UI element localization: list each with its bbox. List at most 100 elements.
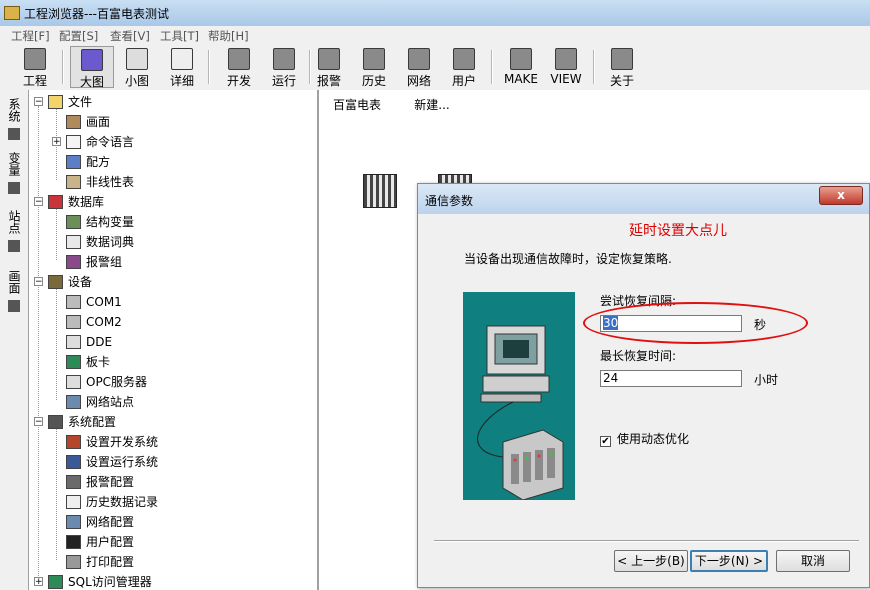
tree-item-board[interactable]: 板卡 <box>66 352 110 372</box>
tree-item-struct-variable[interactable]: 结构变量 <box>66 212 134 232</box>
tree-expander[interactable]: − <box>34 197 43 207</box>
menu-view[interactable]: 查看[V] <box>110 28 150 44</box>
max-recovery-input[interactable]: 24 <box>600 370 742 387</box>
menu-config[interactable]: 配置[S] <box>59 28 98 44</box>
app-icon <box>4 6 20 20</box>
toolbar-view-button[interactable]: VIEW <box>544 46 588 88</box>
tree-expander[interactable]: − <box>34 417 43 427</box>
dev-system-icon <box>66 435 81 449</box>
tree-item-opc-server[interactable]: OPC服务器 <box>66 372 147 392</box>
tools-icon <box>48 415 63 429</box>
toolbar-separator <box>491 50 493 84</box>
tree-item-alarm-config[interactable]: 报警配置 <box>66 472 134 492</box>
tree-expander[interactable]: + <box>52 137 61 147</box>
tree-item-user-config[interactable]: 用户配置 <box>66 532 134 552</box>
vertical-tab-bar: 系统 变量 站点 画面 <box>0 90 29 590</box>
toolbar-network-button[interactable]: 网络 <box>397 46 441 88</box>
toolbar-make-button[interactable]: MAKE <box>499 46 543 88</box>
back-button[interactable]: < 上一步(B) <box>614 550 688 572</box>
project-icon <box>24 48 46 70</box>
station-tab-icon <box>8 240 20 252</box>
dynamic-optimization-checkbox[interactable]: ✔ 使用动态优化 <box>600 430 689 447</box>
tree-item-recipe[interactable]: 配方 <box>66 152 110 172</box>
menu-tools[interactable]: 工具[T] <box>160 28 199 44</box>
tree-expander[interactable]: − <box>34 277 43 287</box>
toolbar-large-icons-button[interactable]: 大图 <box>70 46 114 89</box>
toolbar-about-button[interactable]: 关于 <box>600 46 644 88</box>
toolbar-separator <box>208 50 210 84</box>
tree-item-dev-system[interactable]: 设置开发系统 <box>66 432 158 452</box>
view-icon <box>555 48 577 70</box>
tree-item-system-config[interactable]: 系统配置 <box>48 412 116 432</box>
next-button[interactable]: 下一步(N) > <box>690 550 768 572</box>
history-record-icon <box>66 495 81 509</box>
run-icon <box>273 48 295 70</box>
network-icon <box>408 48 430 70</box>
tree-item-alarm-group[interactable]: 报警组 <box>66 252 122 272</box>
tree-item-history-record[interactable]: 历史数据记录 <box>66 492 158 512</box>
dialog-title: 通信参数 <box>425 194 474 208</box>
tree-item-screen[interactable]: 画面 <box>66 112 110 132</box>
tree-item-dde[interactable]: DDE <box>66 332 112 352</box>
history-icon <box>363 48 385 70</box>
tree-item-device[interactable]: 设备 <box>48 272 92 292</box>
tree-item-file[interactable]: 文件 <box>48 92 92 112</box>
small-icons-icon <box>126 48 148 70</box>
annotation-text: 延时设置大点儿 <box>629 223 727 239</box>
computer-icon <box>477 325 564 501</box>
tree-line <box>56 206 57 260</box>
tree-item-run-system[interactable]: 设置运行系统 <box>66 452 158 472</box>
tab-station[interactable]: 站点 <box>4 210 24 255</box>
toolbar-separator <box>593 50 595 84</box>
tree-item-com1[interactable]: COM1 <box>66 292 122 312</box>
toolbar-history-button[interactable]: 历史 <box>352 46 396 88</box>
document-icon <box>66 135 81 149</box>
tree-line <box>56 426 57 560</box>
database-icon <box>48 195 63 209</box>
alarm-group-icon <box>66 255 81 269</box>
folder-icon <box>48 95 63 109</box>
project-item[interactable]: 百富电表 <box>324 96 397 208</box>
toolbar-small-icons-button[interactable]: 小图 <box>115 46 159 88</box>
network-config-icon <box>66 515 81 529</box>
toolbar-develop-button[interactable]: 开发 <box>217 46 261 88</box>
tree-item-nonlinear-table[interactable]: 非线性表 <box>66 172 134 192</box>
project-tree: − 文件 画面 + 命令语言 配方 非线性表 − 数据库 结构变量 数据词典 报… <box>29 90 319 590</box>
sql-icon <box>48 575 63 589</box>
tree-item-sql-manager[interactable]: SQL访问管理器 <box>48 572 152 590</box>
dialog-close-button[interactable]: x <box>819 186 863 205</box>
toolbar-alarm-button[interactable]: 报警 <box>307 46 351 88</box>
tree-item-data-dictionary[interactable]: 数据词典 <box>66 232 134 252</box>
menu-help[interactable]: 帮助[H] <box>208 28 249 44</box>
opc-icon <box>66 375 81 389</box>
tree-item-network-config[interactable]: 网络配置 <box>66 512 134 532</box>
tab-system[interactable]: 系统 <box>4 98 24 143</box>
book-icon <box>66 235 81 249</box>
checkbox-check-icon: ✔ <box>600 436 611 447</box>
menu-project[interactable]: 工程[F] <box>11 28 50 44</box>
dde-icon <box>66 335 81 349</box>
toolbar-details-button[interactable]: 详细 <box>160 46 204 88</box>
cancel-button[interactable]: 取消 <box>776 550 850 572</box>
computer-device-illustration <box>463 292 575 501</box>
toolbar-user-button[interactable]: 用户 <box>442 46 486 88</box>
device-icon <box>48 275 63 289</box>
tree-item-print-config[interactable]: 打印配置 <box>66 552 134 572</box>
tree-item-network-station[interactable]: 网络站点 <box>66 392 134 412</box>
toolbar-run-button[interactable]: 运行 <box>262 46 306 88</box>
about-icon <box>611 48 633 70</box>
tree-line <box>56 286 57 400</box>
dialog-title-bar: 通信参数 x <box>418 184 869 214</box>
tab-variable[interactable]: 变量 <box>4 152 24 197</box>
tree-expander[interactable]: + <box>34 577 43 587</box>
tree-expander[interactable]: − <box>34 97 43 107</box>
toolbar-project-button[interactable]: 工程 <box>13 46 57 88</box>
max-recovery-label: 最长恢复时间: <box>600 349 677 363</box>
retry-interval-input[interactable]: 30 <box>600 315 742 332</box>
tree-item-database[interactable]: 数据库 <box>48 192 104 212</box>
tree-item-command-language[interactable]: 命令语言 <box>66 132 134 152</box>
tab-screen[interactable]: 画面 <box>4 270 24 315</box>
max-unit-label: 小时 <box>754 373 779 387</box>
new-item[interactable]: 新建... <box>399 96 472 208</box>
tree-item-com2[interactable]: COM2 <box>66 312 122 332</box>
